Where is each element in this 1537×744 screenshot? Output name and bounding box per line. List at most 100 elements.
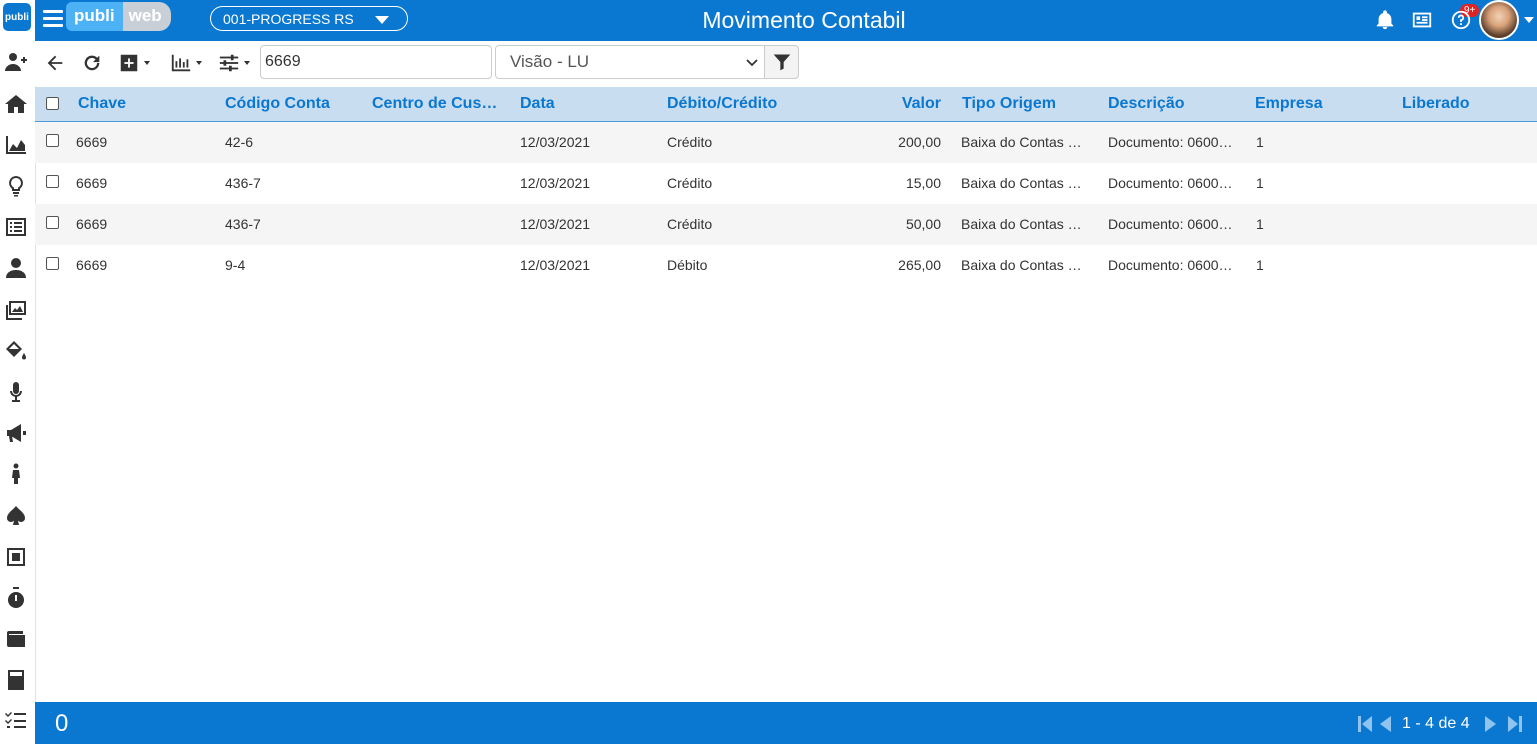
calculator-icon[interactable] [2,666,30,694]
page-info: 1 - 4 de 4 [1402,715,1470,732]
stopwatch-icon[interactable] [2,584,30,612]
toolbar: Visão - LU [35,41,1537,86]
prev-page-icon[interactable] [1377,713,1395,735]
news-icon[interactable] [1410,8,1434,32]
cell-tipo-origem: Baixa do Contas … [961,257,1082,273]
view-select[interactable]: Visão - LU [495,45,765,79]
cell-descricao: Documento: 0600… [1108,134,1233,150]
cell-empresa: 1 [1256,216,1264,232]
cell-codigo-conta: 436-7 [225,175,261,191]
cell-codigo-conta: 9-4 [225,257,246,273]
cell-centro-custo [372,204,502,245]
cell-data: 12/03/2021 [520,216,591,232]
avatar-chevron-down-icon[interactable] [1524,17,1534,23]
paint-bucket-icon[interactable] [2,337,30,365]
row-checkbox[interactable] [46,257,59,270]
cell-empresa: 1 [1256,257,1264,273]
cell-chave: 6669 [76,175,108,191]
row-checkbox[interactable] [46,175,59,188]
help-icon[interactable] [1449,8,1473,32]
col-liberado[interactable]: Liberado [1402,87,1532,121]
col-data[interactable]: Data [520,87,650,121]
user-tie-icon[interactable] [2,254,30,282]
cell-valor: 200,00 [898,134,941,150]
cell-liberado [1402,245,1522,286]
cell-data: 12/03/2021 [520,257,591,273]
chart-menu-icon[interactable] [170,52,202,74]
filter-button[interactable] [764,45,799,79]
cell-centro-custo [372,245,502,286]
cell-liberado [1402,163,1522,204]
add-user-icon[interactable] [2,48,30,76]
cell-chave: 6669 [76,257,108,273]
cell-debito-credito: Crédito [667,216,713,232]
table-row[interactable]: 6669 9-4 12/03/2021 Débito 265,00 Baixa do Co… [35,245,1537,286]
data-table: Chave Código Conta Centro de Cus… Data D… [35,87,1537,286]
settings-sliders-icon[interactable] [218,52,250,74]
cell-valor: 15,00 [905,175,941,191]
col-tipo-origem[interactable]: Tipo Origem [962,87,1092,121]
spade-icon[interactable] [2,502,30,530]
cell-codigo-conta: 42-6 [225,134,254,150]
row-checkbox[interactable] [46,134,59,147]
checklist-icon[interactable] [2,706,30,734]
cell-valor: 50,00 [905,216,941,232]
first-page-icon[interactable] [1357,713,1375,735]
cell-data: 12/03/2021 [520,134,591,150]
col-valor[interactable]: Valor [815,87,941,121]
cell-centro-custo [372,163,502,204]
table-row[interactable]: 6669 436-7 12/03/2021 Crédito 15,00 Baixa do … [35,163,1537,204]
cell-chave: 6669 [76,134,108,150]
filter-icon [773,54,790,71]
cell-centro-custo [372,122,502,163]
home-icon[interactable] [2,90,30,118]
col-codigo-conta[interactable]: Código Conta [225,87,365,121]
selected-count: 0 [55,710,69,737]
last-page-icon[interactable] [1505,713,1523,735]
cell-valor: 265,00 [898,257,941,273]
square-icon[interactable] [2,543,30,571]
cell-descricao: Documento: 0600… [1108,257,1233,273]
cell-debito-credito: Crédito [667,175,713,191]
table-header: Chave Código Conta Centro de Cus… Data D… [35,87,1537,122]
back-arrow-icon[interactable] [44,52,66,74]
left-sidebar: publi [0,0,36,744]
images-icon[interactable] [2,296,30,324]
next-page-icon[interactable] [1481,713,1499,735]
area-chart-icon[interactable] [2,131,30,159]
cell-tipo-origem: Baixa do Contas … [961,175,1082,191]
cell-debito-credito: Crédito [667,134,713,150]
col-centro-custo[interactable]: Centro de Cus… [372,87,502,121]
megaphone-icon[interactable] [2,419,30,447]
chevron-down-icon [746,59,758,67]
col-descricao[interactable]: Descrição [1108,87,1238,121]
list-icon[interactable] [2,213,30,241]
col-debito-credito[interactable]: Débito/Crédito [667,87,807,121]
user-avatar[interactable] [1479,0,1519,40]
cell-liberado [1402,122,1522,163]
wallet-icon[interactable] [2,625,30,653]
add-menu-icon[interactable] [118,52,150,74]
person-icon[interactable] [2,460,30,488]
cell-descricao: Documento: 0600… [1108,175,1233,191]
bell-icon[interactable] [1373,8,1397,32]
refresh-icon[interactable] [81,52,103,74]
cell-chave: 6669 [76,216,108,232]
table-row[interactable]: 6669 42-6 12/03/2021 Crédito 200,00 Baixa do … [35,122,1537,163]
table-body: 6669 42-6 12/03/2021 Crédito 200,00 Baixa do … [35,122,1537,286]
lightbulb-icon[interactable] [2,172,30,200]
row-checkbox[interactable] [46,216,59,229]
cell-descricao: Documento: 0600… [1108,216,1233,232]
footer-bar: 0 1 - 4 de 4 [35,702,1537,744]
cell-data: 12/03/2021 [520,175,591,191]
cell-tipo-origem: Baixa do Contas … [961,216,1082,232]
col-chave[interactable]: Chave [78,87,208,121]
search-input[interactable] [260,45,492,79]
cell-codigo-conta: 436-7 [225,216,261,232]
microphone-icon[interactable] [2,378,30,406]
col-empresa[interactable]: Empresa [1255,87,1385,121]
cell-liberado [1402,204,1522,245]
table-row[interactable]: 6669 436-7 12/03/2021 Crédito 50,00 Baixa do … [35,204,1537,245]
cell-tipo-origem: Baixa do Contas … [961,134,1082,150]
select-all-checkbox[interactable] [46,97,59,110]
